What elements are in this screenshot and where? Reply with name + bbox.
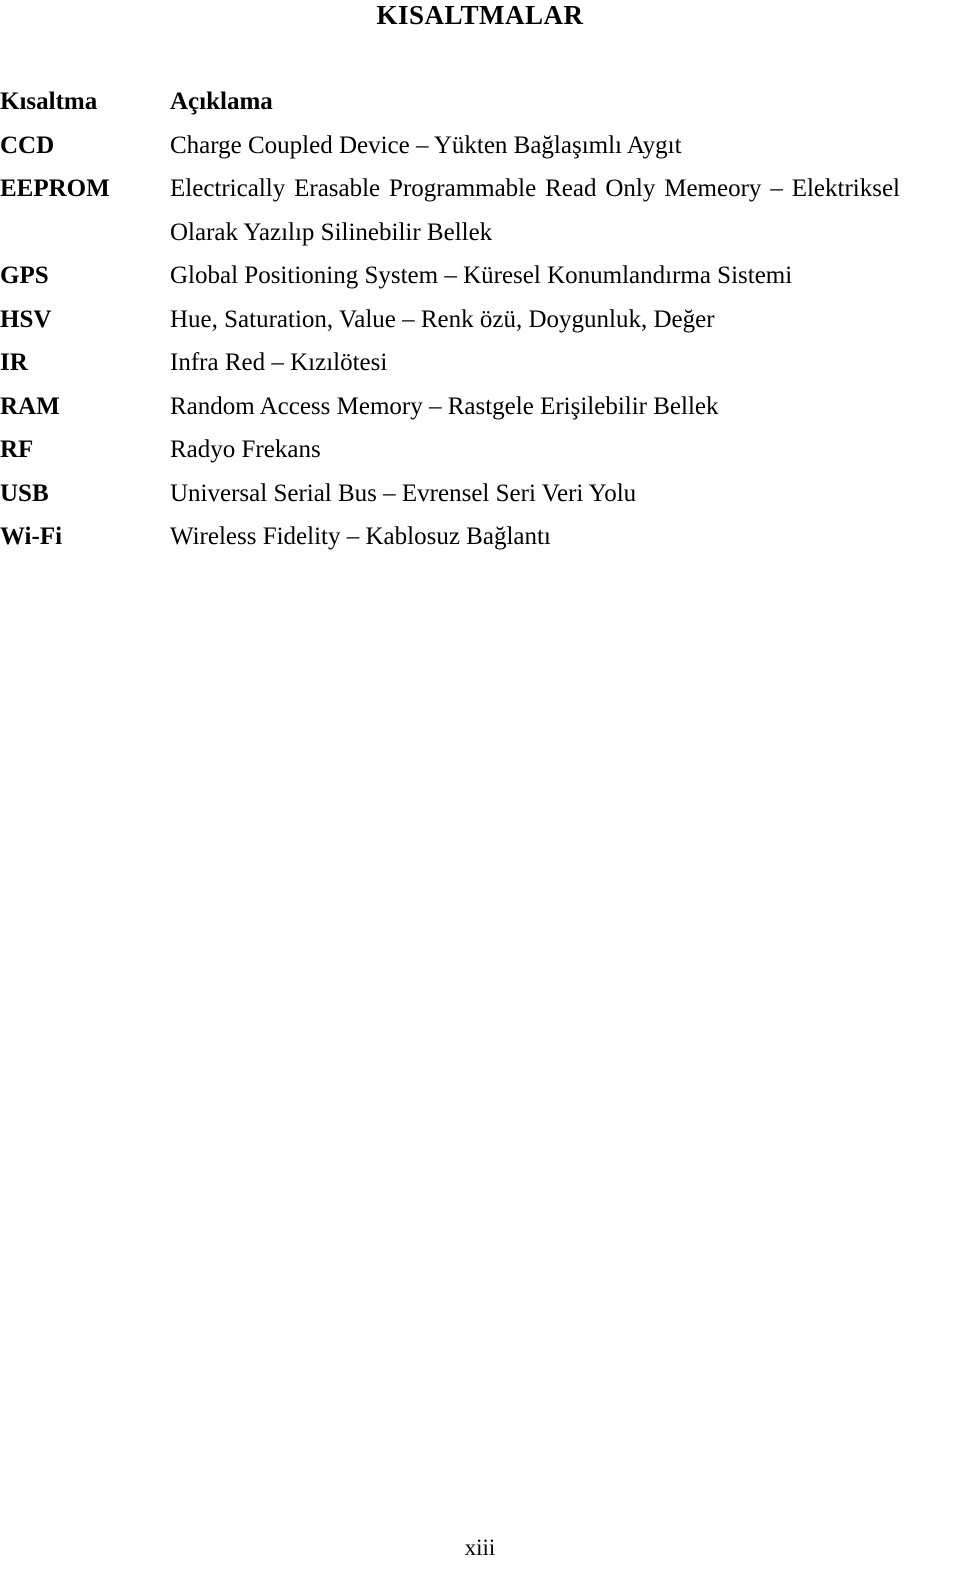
abbreviation-cell: IR	[0, 349, 28, 376]
table-row: HSV Hue, Saturation, Value – Renk özü, D…	[0, 298, 900, 342]
table-row: GPS Global Positioning System – Küresel …	[0, 254, 900, 298]
description-cell: Infra Red – Kızılötesi	[170, 349, 388, 376]
abbreviation-cell: CCD	[0, 131, 55, 159]
abbreviation-cell: EEPROM	[0, 175, 110, 202]
description-cell: Random Access Memory – Rastgele Erişileb…	[170, 392, 719, 420]
column-header-abbreviation: Kısaltma	[0, 88, 98, 115]
document-page: KISALTMALAR Kısaltma Açıklama CCD Charge…	[0, 0, 960, 1579]
table-header-row: Kısaltma Açıklama	[0, 80, 900, 124]
description-cell: Universal Serial Bus – Evrensel Seri Ver…	[170, 479, 637, 507]
page-number: xiii	[464, 1535, 496, 1560]
description-cell: Charge Coupled Device – Yükten Bağlaşıml…	[170, 131, 682, 159]
abbreviation-cell: RAM	[0, 392, 60, 420]
description-cell: Global Positioning System – Küresel Konu…	[170, 262, 793, 289]
abbreviations-table: Kısaltma Açıklama CCD Charge Coupled Dev…	[0, 80, 900, 559]
table-row: IR Infra Red – Kızılötesi	[0, 341, 900, 385]
abbreviation-cell: USB	[0, 479, 49, 507]
table-row: USB Universal Serial Bus – Evrensel Seri…	[0, 472, 900, 516]
description-cell: Radyo Frekans	[170, 436, 321, 463]
abbreviation-cell: HSV	[0, 305, 52, 333]
table-row: Wi-Fi Wireless Fidelity – Kablosuz Bağla…	[0, 515, 900, 559]
column-header-description: Açıklama	[170, 88, 273, 115]
table-row: EEPROM Electrically Erasable Programmabl…	[0, 167, 900, 254]
table-row: RF Radyo Frekans	[0, 428, 900, 472]
abbreviation-cell: GPS	[0, 262, 49, 289]
description-cell: Wireless Fidelity – Kablosuz Bağlantı	[170, 523, 551, 550]
page-title: KISALTMALAR	[376, 0, 584, 30]
table-row: CCD Charge Coupled Device – Yükten Bağla…	[0, 124, 900, 168]
table-row: RAM Random Access Memory – Rastgele Eriş…	[0, 385, 900, 429]
description-cell: Hue, Saturation, Value – Renk özü, Doygu…	[170, 305, 715, 333]
abbreviation-cell: Wi-Fi	[0, 523, 63, 550]
description-cell: Electrically Erasable Programmable Read …	[170, 175, 900, 246]
abbreviation-cell: RF	[0, 436, 34, 463]
